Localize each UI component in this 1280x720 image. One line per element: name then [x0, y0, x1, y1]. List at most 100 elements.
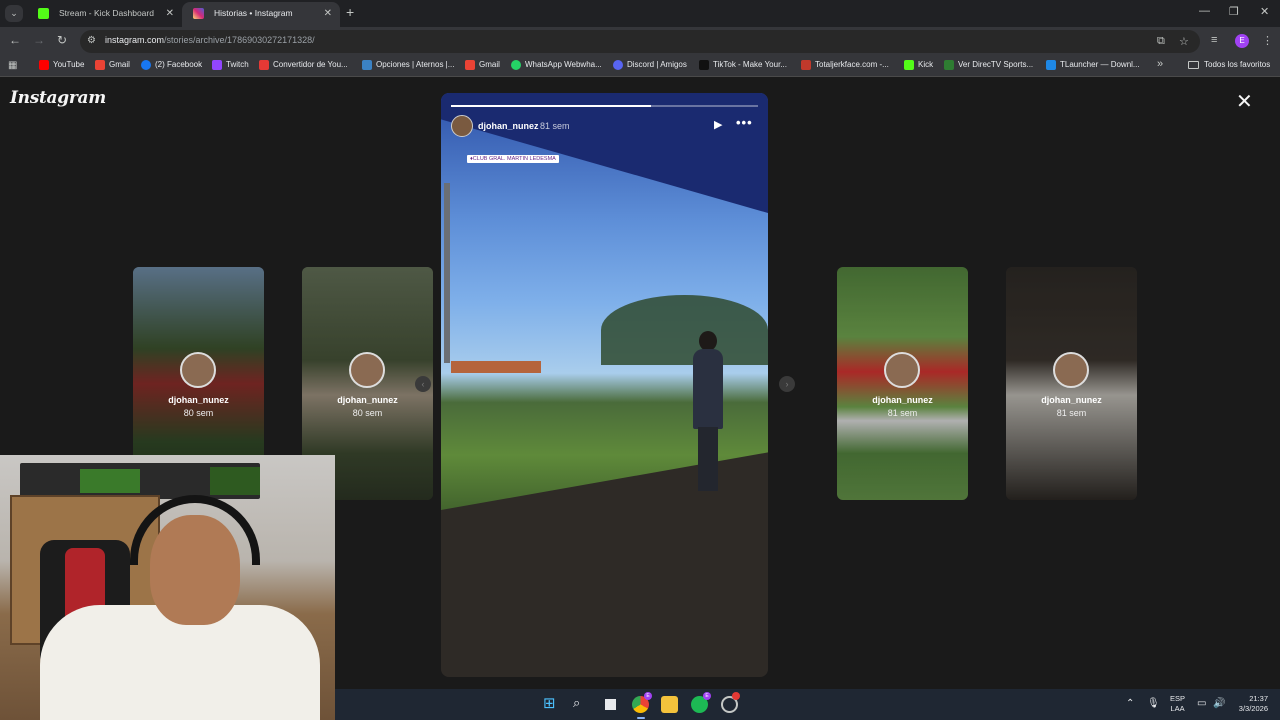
grandstand — [451, 361, 541, 373]
profile-avatar[interactable]: E — [1235, 34, 1249, 48]
tlauncher-icon — [1046, 60, 1056, 70]
recording-badge — [732, 692, 740, 700]
story-time: 81 sem — [1056, 408, 1087, 418]
language-indicator[interactable]: ESP LAA — [1170, 694, 1185, 714]
story-username: djohan_nunez — [872, 395, 933, 405]
media-controls-icon[interactable]: ≡ — [1211, 34, 1217, 46]
story-time: 80 sem — [183, 408, 214, 418]
story-time: 81 sem — [540, 121, 570, 131]
avatar — [180, 352, 216, 388]
aternos-icon — [362, 60, 372, 70]
restore-icon[interactable]: ❐ — [1229, 5, 1239, 18]
windows-start-icon[interactable]: ⊞ — [543, 694, 556, 712]
shelf — [20, 463, 260, 499]
story-username[interactable]: djohan_nunez — [478, 121, 539, 131]
standing-person — [689, 331, 727, 491]
back-arrow-icon[interactable]: ← — [9, 33, 21, 47]
minimize-icon[interactable]: — — [1199, 5, 1210, 17]
bookmark-totaljerkface[interactable]: Totaljerkface.com -... — [801, 60, 889, 70]
address-bar[interactable]: ⚙ instagram.com/stories/archive/17869030… — [80, 30, 1200, 53]
more-options-icon[interactable]: ••• — [736, 115, 753, 130]
windows-taskbar: ⊞ ⌕ E E ⌃ 🎙 ESP LAA ▭ 🔊 21:37 3/3/2026 — [335, 689, 1280, 720]
apps-grid-icon[interactable]: ▦ — [8, 60, 17, 71]
light-tower — [444, 183, 450, 363]
close-tab-icon[interactable]: ✕ — [166, 2, 174, 25]
bookmark-aternos[interactable]: Opciones | Aternos |... — [362, 60, 454, 70]
site-info-icon[interactable]: ⚙ — [87, 35, 96, 46]
kick-favicon-icon — [38, 8, 49, 19]
stadium-roof — [441, 93, 768, 213]
network-icon[interactable]: ▭ — [1197, 698, 1206, 709]
next-story-arrow-icon[interactable]: › — [779, 376, 795, 392]
instagram-favicon-icon — [193, 8, 204, 19]
story-progress-fill — [451, 105, 651, 107]
tab-instagram-stories[interactable]: Historias • Instagram ✕ — [182, 2, 340, 27]
bookmark-youtube[interactable]: YouTube — [39, 60, 84, 70]
avatar[interactable] — [451, 115, 473, 137]
file-explorer-icon[interactable] — [661, 696, 678, 713]
tab-title: Stream - Kick Dashboard — [59, 8, 154, 18]
reload-icon[interactable]: ↻ — [57, 33, 67, 47]
bookmark-whatsapp[interactable]: WhatsApp Webwha... — [511, 60, 602, 70]
story-username: djohan_nunez — [168, 395, 229, 405]
system-clock[interactable]: 21:37 3/3/2026 — [1230, 694, 1268, 714]
tree-line — [601, 295, 768, 365]
tab-search-button[interactable]: ⌄ — [5, 5, 23, 22]
tab-kick-dashboard[interactable]: Stream - Kick Dashboard ✕ — [27, 2, 182, 27]
story-preview-card[interactable]: djohan_nunez 81 sem — [1006, 267, 1137, 500]
bookmark-twitch[interactable]: Twitch — [212, 60, 249, 70]
bookmarks-bar: ▦ YouTube Gmail (2) Facebook Twitch Conv… — [0, 56, 1280, 77]
gmail-icon — [465, 60, 475, 70]
story-time: 80 sem — [352, 408, 383, 418]
bookmark-facebook[interactable]: (2) Facebook — [141, 60, 202, 70]
more-bookmarks-icon[interactable]: » — [1157, 58, 1163, 70]
directv-icon — [944, 60, 954, 70]
story-progress-bar — [451, 105, 758, 107]
bookmark-gmail-2[interactable]: Gmail — [465, 60, 500, 70]
task-view-icon[interactable] — [602, 696, 619, 713]
close-tab-icon[interactable]: ✕ — [324, 2, 332, 25]
bookmark-star-icon[interactable]: ☆ — [1179, 35, 1189, 48]
play-icon[interactable]: ▶ — [714, 118, 722, 131]
kick-icon — [904, 60, 914, 70]
close-stories-icon[interactable]: ✕ — [1236, 92, 1253, 112]
volume-icon[interactable]: 🔊 — [1213, 698, 1225, 709]
instagram-logo[interactable]: Instagram — [10, 88, 106, 108]
tab-title: Historias • Instagram — [214, 8, 293, 18]
previous-story-arrow-icon[interactable]: ‹ — [415, 376, 431, 392]
whatsapp-icon — [511, 60, 521, 70]
window-close-icon[interactable]: ✕ — [1260, 5, 1269, 18]
club-sticker: ♦CLUB GRAL. MARTIN LEDESMA — [467, 155, 559, 163]
folder-icon — [1188, 61, 1199, 69]
avatar — [1053, 352, 1089, 388]
forward-arrow-icon[interactable]: → — [33, 33, 45, 47]
browser-toolbar: ← → ↻ ⚙ instagram.com/stories/archive/17… — [0, 27, 1280, 56]
active-story[interactable]: djohan_nunez 81 sem ▶ ••• ♦CLUB GRAL. MA… — [441, 93, 768, 677]
url-text[interactable]: instagram.com/stories/archive/1786903027… — [105, 35, 315, 45]
more-menu-icon[interactable]: ⋮ — [1262, 34, 1273, 47]
twitch-icon — [212, 60, 222, 70]
tab-strip: ⌄ Stream - Kick Dashboard ✕ Historias • … — [0, 0, 1280, 27]
discord-icon — [613, 60, 623, 70]
story-username: djohan_nunez — [1041, 395, 1102, 405]
bookmark-kick[interactable]: Kick — [904, 60, 933, 70]
bookmark-directv[interactable]: Ver DirecTV Sports... — [944, 60, 1033, 70]
spotify-profile-badge: E — [703, 692, 711, 700]
totaljerkface-icon — [801, 60, 811, 70]
bookmark-tlauncher[interactable]: TLauncher — Downl... — [1046, 60, 1140, 70]
avatar — [884, 352, 920, 388]
bookmark-gmail[interactable]: Gmail — [95, 60, 130, 70]
bookmark-tiktok[interactable]: TikTok - Make Your... — [699, 60, 787, 70]
install-app-icon[interactable]: ⧉ — [1157, 35, 1165, 48]
bookmark-youtube-converter[interactable]: Convertidor de You... — [259, 60, 348, 70]
tiktok-icon — [699, 60, 709, 70]
new-tab-button[interactable]: + — [346, 4, 354, 20]
show-hidden-icons-chevron-icon[interactable]: ⌃ — [1126, 698, 1134, 709]
story-preview-card[interactable]: djohan_nunez 81 sem — [837, 267, 968, 500]
bookmark-discord[interactable]: Discord | Amigos — [613, 60, 687, 70]
microphone-icon[interactable]: 🎙 — [1147, 698, 1160, 709]
gmail-icon — [95, 60, 105, 70]
all-bookmarks-folder[interactable]: Todos los favoritos — [1188, 60, 1270, 69]
search-icon[interactable]: ⌕ — [573, 695, 580, 711]
chrome-profile-badge: E — [644, 692, 652, 700]
